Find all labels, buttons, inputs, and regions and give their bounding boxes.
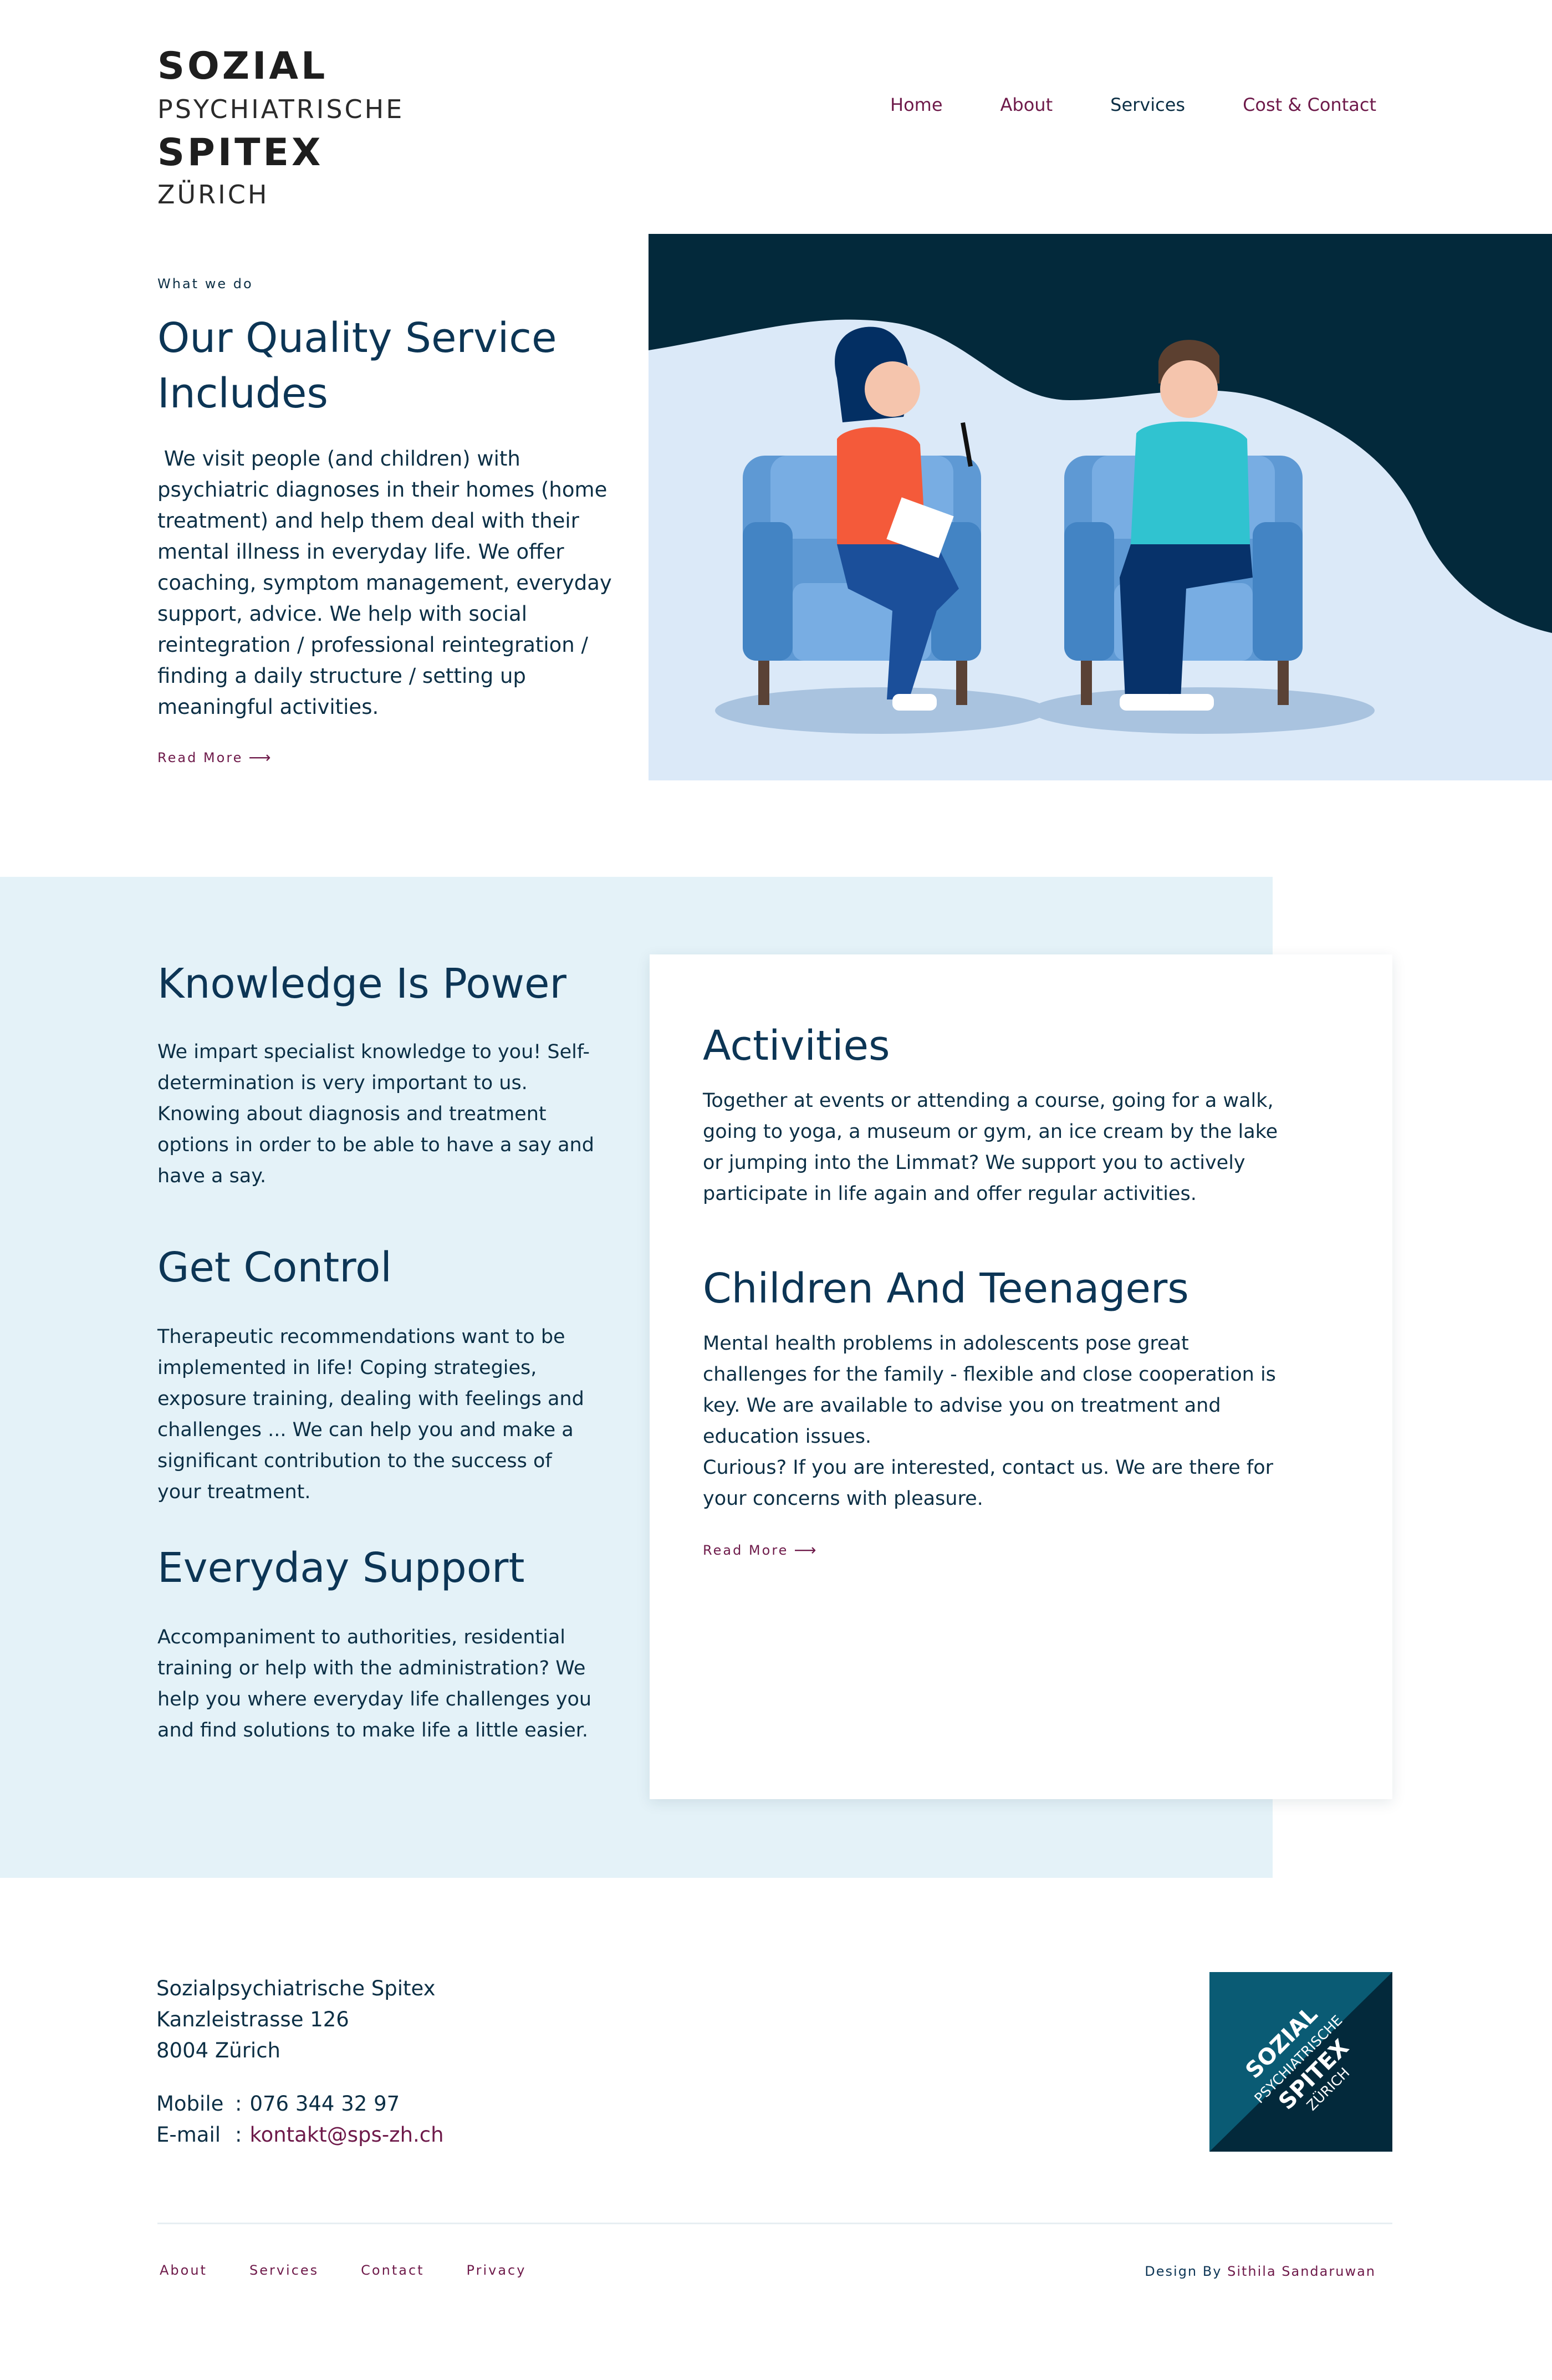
everyday-title: Everyday Support (157, 1544, 525, 1592)
read-more-label: Read More (157, 749, 243, 765)
footer-link-services[interactable]: Services (249, 2262, 319, 2278)
hero-eyebrow: What we do (157, 276, 253, 292)
everyday-text: Accompaniment to authorities, residentia… (157, 1626, 592, 1741)
services-card: Activities Together at events or attendi… (650, 954, 1392, 1799)
nav-cost-contact[interactable]: Cost & Contact (1243, 94, 1376, 115)
logo-word-spitex: SPITEX (157, 131, 324, 175)
footer-divider (157, 2223, 1392, 2224)
hero-title: Our Quality Service Includes (157, 314, 557, 417)
knowledge-title: Knowledge Is Power (157, 960, 566, 1008)
site-logo[interactable]: SOZIAL PSYCHIATRISCHE SPITEX ZÜRICH (157, 44, 405, 210)
logo-word-sozial: SOZIAL (157, 44, 328, 88)
email-link[interactable]: kontakt@sps-zh.ch (249, 2119, 443, 2151)
nav-about[interactable]: About (1000, 94, 1053, 115)
mobile-separator: : (235, 2092, 242, 2116)
footer-contact: Mobile : 076 344 32 97 E-mail : kontakt@… (156, 2088, 444, 2151)
arrow-right-icon: ⟶ (248, 748, 273, 767)
credit-name-link[interactable]: Sithila Sandaruwan (1227, 2264, 1376, 2279)
main-nav: Home About Services Cost & Contact (833, 94, 1376, 115)
address-line-org: Sozialpsychiatrische Spitex (156, 1976, 436, 2000)
counseling-session-illustration (649, 234, 1552, 780)
badge-graphic: SOZIAL PSYCHIATRISCHE SPITEX ZÜRICH (1209, 1972, 1392, 2152)
control-text: Therapeutic recommendations want to be i… (157, 1326, 584, 1503)
design-credit: Design By Sithila Sandaruwan (1145, 2264, 1376, 2279)
credit-prefix: Design By (1145, 2264, 1228, 2279)
activities-title: Activities (703, 1022, 890, 1070)
children-text: Mental health problems in adolescents po… (703, 1332, 1276, 1510)
hero-read-more-link[interactable]: Read More ⟶ (157, 748, 273, 767)
address-line-street: Kanzleistrasse 126 (156, 2008, 349, 2031)
activities-text: Together at events or attending a course… (703, 1090, 1284, 1205)
footer-link-contact[interactable]: Contact (361, 2262, 424, 2278)
footer-link-about[interactable]: About (160, 2262, 207, 2278)
footer-logo-badge: SOZIAL PSYCHIATRISCHE SPITEX ZÜRICH (1209, 1972, 1392, 2152)
hero-illustration (649, 234, 1552, 780)
arrow-right-icon: ⟶ (794, 1541, 818, 1559)
children-title: Children And Teenagers (703, 1265, 1189, 1312)
control-title: Get Control (157, 1244, 392, 1291)
nav-home[interactable]: Home (890, 94, 943, 115)
logo-word-zurich: ZÜRICH (157, 180, 269, 210)
mobile-number: 076 344 32 97 (249, 2092, 400, 2116)
footer-link-privacy[interactable]: Privacy (467, 2262, 527, 2278)
hero-text: We visit people (and children) with psyc… (157, 447, 619, 719)
email-separator: : (235, 2123, 242, 2147)
services-read-more-link[interactable]: Read More ⟶ (703, 1541, 818, 1559)
footer-nav: About Services Contact Privacy (160, 2262, 568, 2278)
footer-address: Sozialpsychiatrische Spitex Kanzleistras… (156, 1973, 436, 2066)
nav-services[interactable]: Services (1110, 94, 1185, 115)
email-label: E-mail (156, 2123, 221, 2147)
logo-word-psychiatrische: PSYCHIATRISCHE (157, 94, 405, 124)
mobile-label: Mobile (156, 2092, 224, 2116)
address-line-city: 8004 Zürich (156, 2039, 281, 2062)
knowledge-text: We impart specialist knowledge to you! S… (157, 1041, 594, 1187)
read-more-label: Read More (703, 1542, 789, 1558)
